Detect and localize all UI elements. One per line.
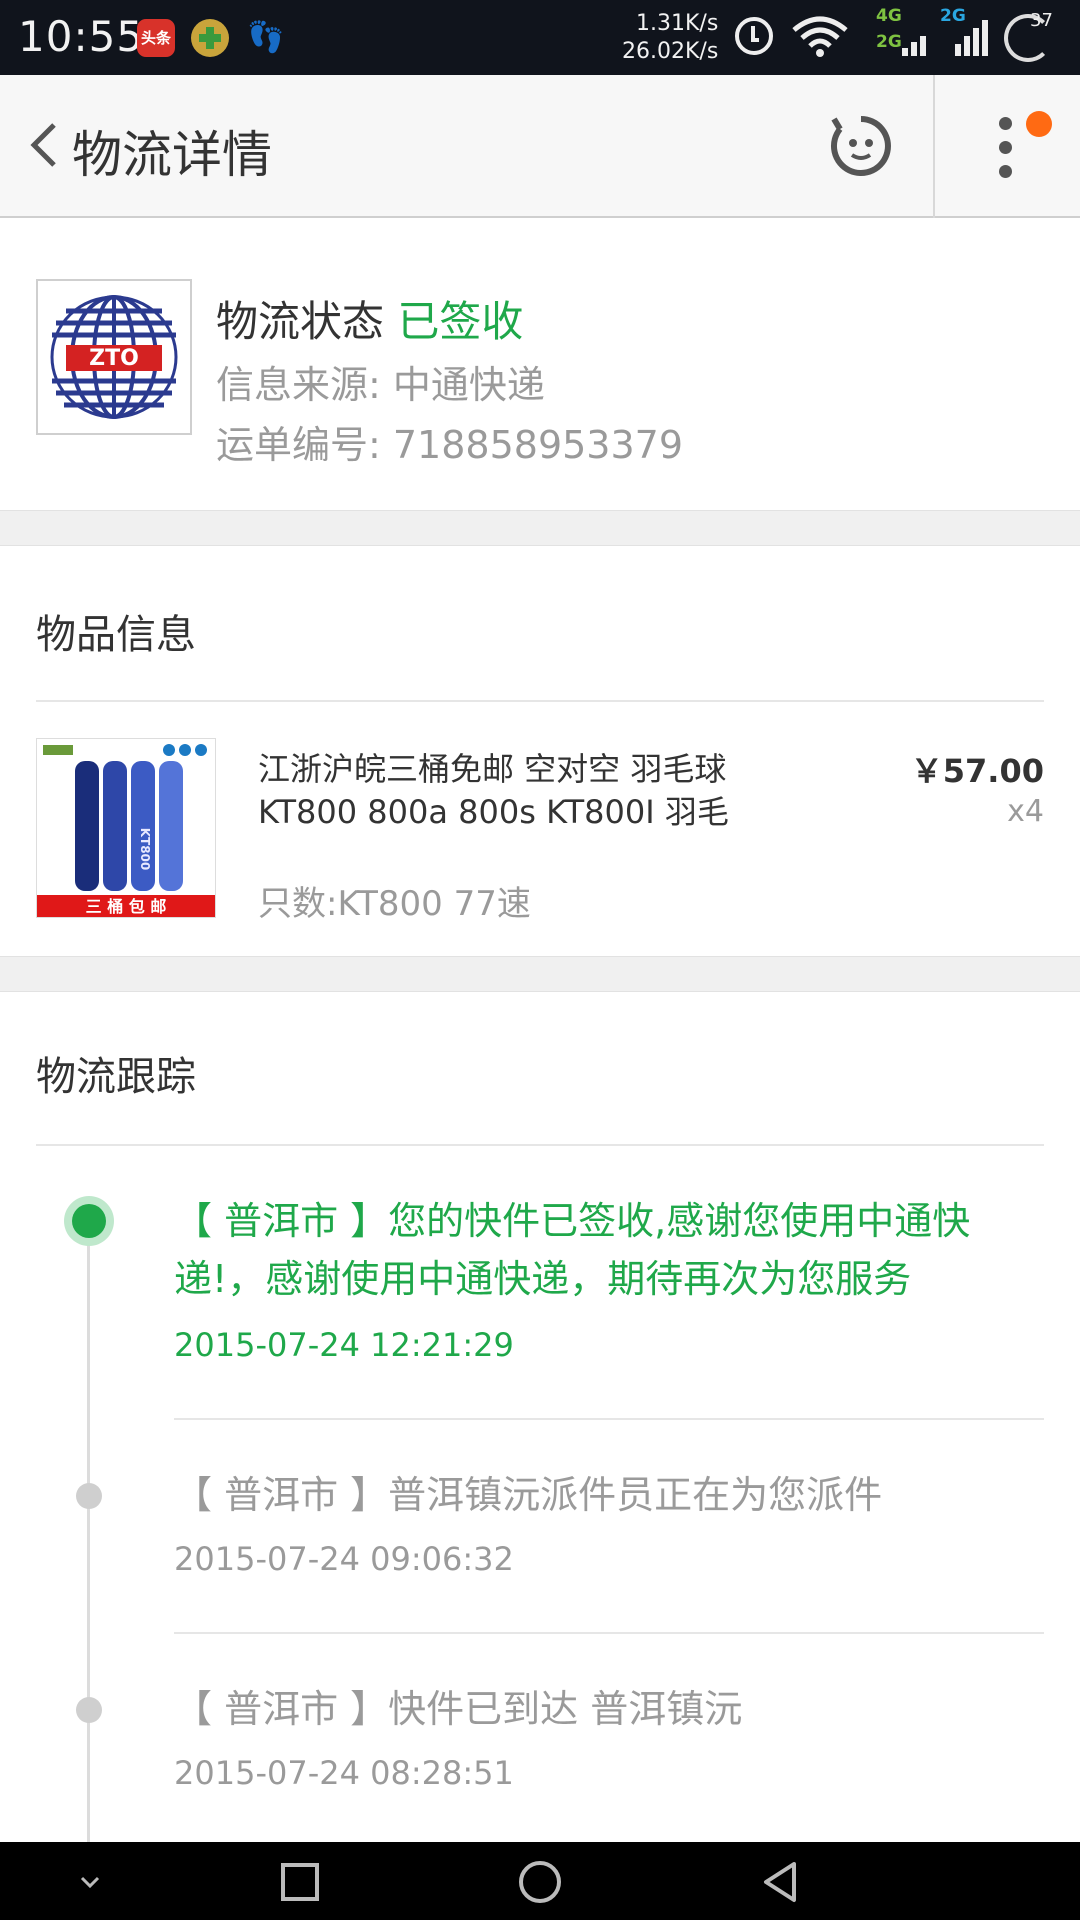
divider xyxy=(36,700,1044,702)
back-icon[interactable] xyxy=(24,123,68,167)
signal-icon-sim2 xyxy=(955,18,988,56)
section-gap xyxy=(0,510,1080,546)
tracking-event-time: 2015-07-24 09:06:32 xyxy=(174,1540,514,1578)
product-image[interactable]: 三 桶 包 邮 KT800 xyxy=(36,738,216,918)
nav-down-icon[interactable] xyxy=(64,1856,116,1908)
nav-back-icon[interactable] xyxy=(754,1856,806,1908)
tracking-event-time: 2015-07-24 08:28:51 xyxy=(174,1754,514,1792)
title-divider xyxy=(933,75,935,218)
timeline-dot xyxy=(76,1483,102,1509)
timeline-dot xyxy=(76,1697,102,1723)
network-2g-label-sim2: 2G xyxy=(876,32,902,52)
product-name[interactable]: 江浙沪皖三桶免邮 空对空 羽毛球KT800 800a 800s KT800I 羽… xyxy=(258,748,818,834)
nav-home-icon[interactable] xyxy=(514,1856,566,1908)
divider xyxy=(36,1144,1044,1146)
status-bar: 10:55 头条 👣 1.31K/s 26.02K/s 4G 2G 2G 37 xyxy=(0,0,1080,75)
network-4g-label: 4G xyxy=(876,6,902,26)
product-spec: 只数:KT800 77速 xyxy=(258,884,531,924)
product-image-label: KT800 xyxy=(138,828,152,871)
carrier-logo: ZTO xyxy=(36,279,192,435)
divider xyxy=(174,1418,1044,1420)
download-speed: 26.02K/s xyxy=(622,39,719,64)
more-icon[interactable] xyxy=(995,117,1015,187)
product-quantity: x4 xyxy=(1007,794,1044,829)
product-price: ￥57.00 xyxy=(910,752,1044,790)
battery-level: 37 xyxy=(1030,10,1053,31)
tracking-event-text: 【 普洱市 】普洱镇沅派件员正在为您派件 xyxy=(174,1473,883,1517)
waybill-number[interactable]: 运单编号: 718858953379 xyxy=(216,414,683,469)
section-gap xyxy=(0,956,1080,992)
wifi-icon xyxy=(792,16,848,57)
status-label: 物流状态 xyxy=(216,297,385,346)
health-app-icon xyxy=(191,19,229,57)
network-speed: 1.31K/s 26.02K/s xyxy=(622,10,718,66)
nav-recent-icon[interactable] xyxy=(274,1856,326,1908)
navigation-bar xyxy=(0,1842,1080,1920)
alarm-icon xyxy=(735,17,773,55)
info-source: 信息来源: 中通快递 xyxy=(216,363,545,407)
timeline-line xyxy=(87,1220,90,1860)
page-title: 物流详情 xyxy=(72,126,272,184)
divider xyxy=(174,1632,1044,1634)
notification-dot xyxy=(1026,111,1052,137)
upload-speed: 1.31K/s xyxy=(636,11,719,36)
item-info-card: 物品信息 三 桶 包 邮 KT800 江浙沪皖三桶免邮 空对空 羽毛球KT800… xyxy=(0,546,1080,956)
logistics-status: 物流状态 已签收 xyxy=(216,288,523,349)
bot-icon[interactable] xyxy=(828,113,894,179)
title-bar: 物流详情 xyxy=(0,75,1080,218)
tracking-card: 物流跟踪 【 普洱市 】您的快件已签收,感谢您使用中通快递!，感谢使用中通快递，… xyxy=(0,992,1080,1860)
status-value: 已签收 xyxy=(397,297,524,346)
signal-icon-sim1 xyxy=(902,18,926,56)
logistics-status-card: ZTO 物流状态 已签收 信息来源: 中通快递 运单编号: 7188589533… xyxy=(0,218,1080,510)
footprint-icon: 👣 xyxy=(247,20,285,55)
tracking-event-time: 2015-07-24 12:21:29 xyxy=(174,1326,514,1364)
toutiao-app-icon: 头条 xyxy=(137,19,175,57)
product-image-banner: 三 桶 包 邮 xyxy=(86,897,167,916)
tracking-event-text: 【 普洱市 】您的快件已签收,感谢您使用中通快递!，感谢使用中通快递，期待再次为… xyxy=(174,1199,971,1301)
logo-text: ZTO xyxy=(89,346,139,371)
item-section-title: 物品信息 xyxy=(36,612,196,658)
tracking-section-title: 物流跟踪 xyxy=(36,1054,196,1100)
tracking-event-text: 【 普洱市 】快件已到达 普洱镇沅 xyxy=(174,1687,743,1731)
timeline-dot-active xyxy=(64,1196,114,1246)
clock: 10:55 xyxy=(18,12,145,61)
